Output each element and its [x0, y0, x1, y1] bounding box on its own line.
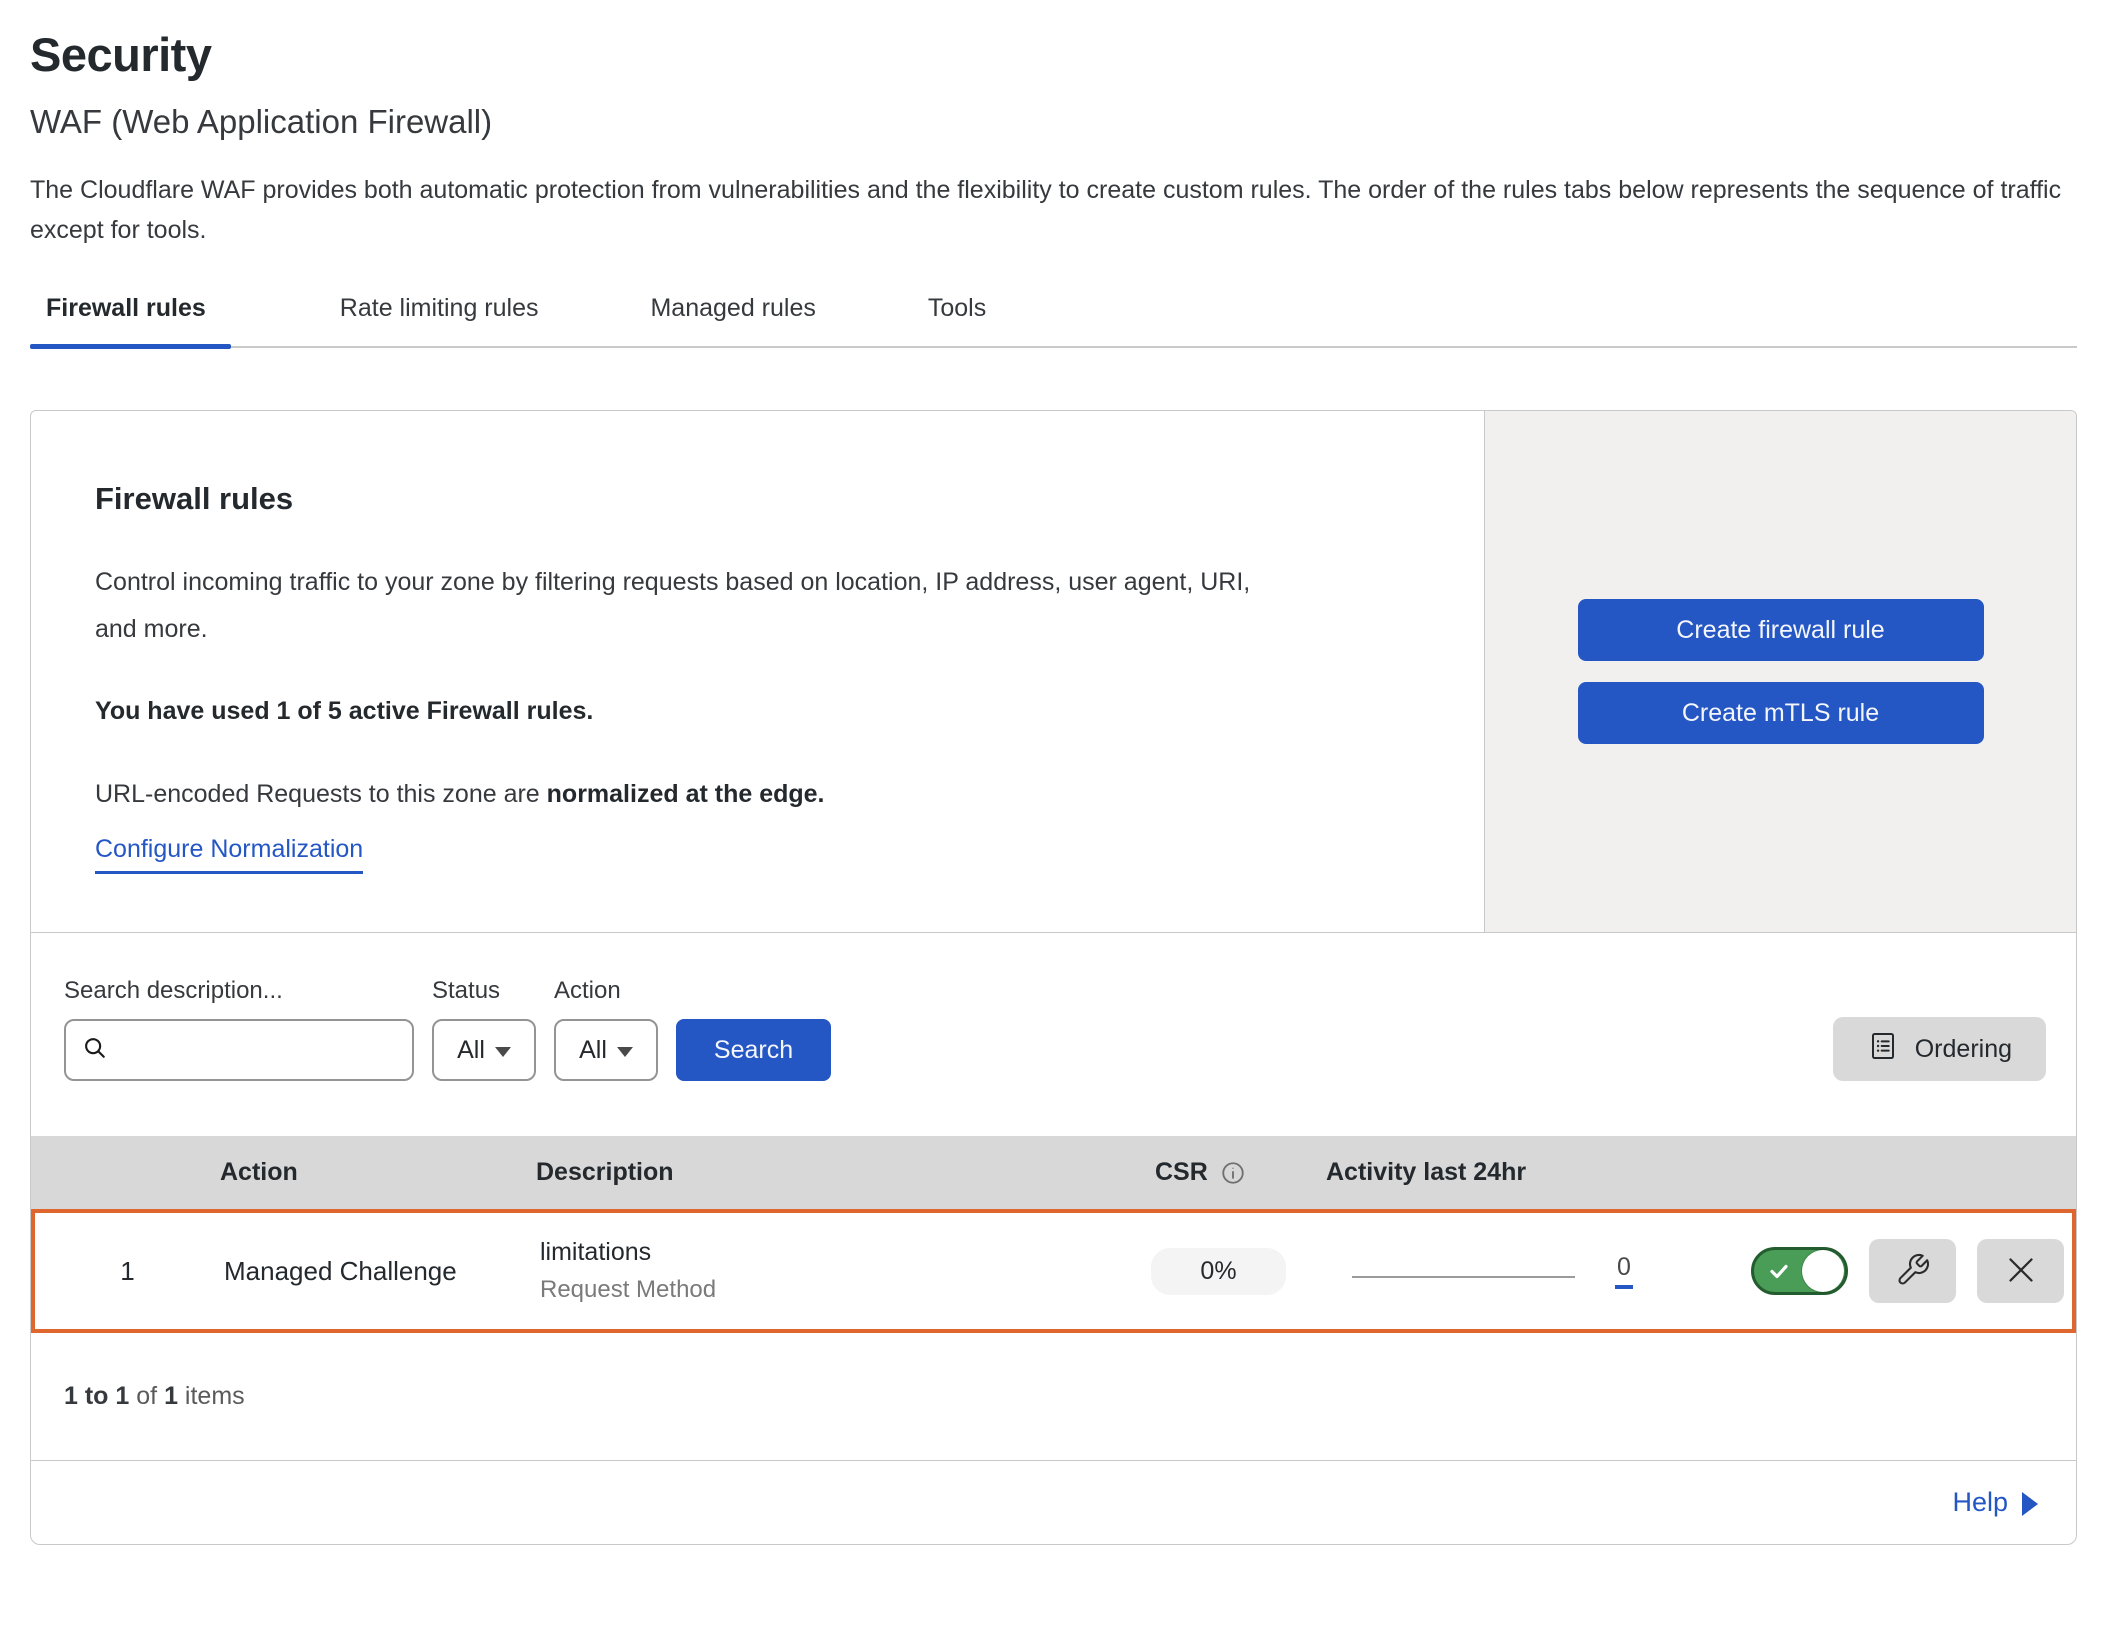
- security-waf-page: Security WAF (Web Application Firewall) …: [0, 0, 2114, 1545]
- page-subtitle: WAF (Web Application Firewall): [30, 100, 2084, 144]
- wrench-icon: [1895, 1252, 1931, 1291]
- status-dropdown[interactable]: All: [432, 1019, 536, 1081]
- filter-bar: Search description... Status All: [31, 932, 2076, 1136]
- rule-priority: 1: [35, 1256, 220, 1287]
- ordering-button-label: Ordering: [1915, 1035, 2012, 1064]
- tab-firewall-rules[interactable]: Firewall rules: [30, 294, 231, 346]
- page-intro: The Cloudflare WAF provides both automat…: [30, 170, 2070, 250]
- col-action: Action: [216, 1158, 536, 1187]
- ordering-button[interactable]: Ordering: [1833, 1017, 2046, 1081]
- col-csr: CSR: [1120, 1158, 1315, 1187]
- rule-description-name: limitations: [540, 1238, 1116, 1267]
- rule-action: Managed Challenge: [220, 1256, 540, 1287]
- card-heading: Firewall rules: [95, 481, 1444, 517]
- panel-summary-text: Firewall rules Control incoming traffic …: [31, 411, 1484, 932]
- rule-enabled-toggle[interactable]: [1751, 1247, 1848, 1295]
- rule-csr-cell: 0%: [1116, 1248, 1311, 1295]
- check-icon: [1767, 1259, 1791, 1283]
- tab-rate-limiting-rules[interactable]: Rate limiting rules: [315, 294, 564, 346]
- rule-description: limitations Request Method: [540, 1238, 1116, 1304]
- help-link-label: Help: [1952, 1487, 2008, 1518]
- rule-description-field: Request Method: [540, 1276, 1116, 1304]
- status-label: Status: [432, 977, 536, 1005]
- action-label: Action: [554, 977, 658, 1005]
- chevron-down-icon: [617, 1047, 633, 1057]
- table-header: Action Description CSR Activity last 24h…: [31, 1136, 2076, 1209]
- pagination-summary: 1 to 1 of 1 items: [31, 1333, 2076, 1460]
- chevron-down-icon: [495, 1047, 511, 1057]
- rule-controls: [1686, 1239, 2072, 1303]
- page-title: Security: [30, 26, 2084, 84]
- search-button[interactable]: Search: [676, 1019, 831, 1081]
- search-description-label: Search description...: [64, 977, 414, 1005]
- activity-count-link[interactable]: 0: [1615, 1253, 1633, 1289]
- rules-tab-bar: Firewall rules Rate limiting rules Manag…: [30, 294, 2077, 348]
- configure-normalization-link[interactable]: Configure Normalization: [95, 835, 363, 874]
- firewall-rule-row[interactable]: 1 Managed Challenge limitations Request …: [31, 1209, 2076, 1333]
- search-input[interactable]: [110, 1035, 398, 1065]
- firewall-rules-panel: Firewall rules Control incoming traffic …: [30, 410, 2077, 1545]
- action-filter-field: Action All: [554, 977, 658, 1081]
- status-value: All: [457, 1036, 485, 1065]
- create-mtls-rule-button[interactable]: Create mTLS rule: [1578, 682, 1984, 744]
- activity-sparkline: [1352, 1276, 1575, 1278]
- card-description: Control incoming traffic to your zone by…: [95, 559, 1260, 653]
- search-icon: [80, 1033, 110, 1068]
- help-link[interactable]: Help: [1952, 1487, 2038, 1518]
- rule-activity-cell: 0: [1311, 1253, 1686, 1289]
- col-description: Description: [536, 1158, 1120, 1187]
- delete-rule-button[interactable]: [1977, 1239, 2064, 1303]
- col-activity: Activity last 24hr: [1315, 1158, 1690, 1187]
- panel-summary-section: Firewall rules Control incoming traffic …: [31, 411, 2076, 932]
- panel-actions-sidebar: Create firewall rule Create mTLS rule: [1484, 411, 2076, 932]
- usage-text: You have used 1 of 5 active Firewall rul…: [95, 697, 1444, 726]
- search-input-box[interactable]: [64, 1019, 414, 1081]
- arrow-right-icon: [2022, 1492, 2038, 1516]
- csr-badge: 0%: [1151, 1248, 1286, 1295]
- tab-tools[interactable]: Tools: [903, 294, 1011, 346]
- filter-controls: Search description... Status All: [64, 977, 831, 1081]
- info-icon[interactable]: [1220, 1160, 1246, 1186]
- status-filter-field: Status All: [432, 977, 536, 1081]
- normalization-text: URL-encoded Requests to this zone are no…: [95, 780, 1444, 809]
- tab-managed-rules[interactable]: Managed rules: [625, 294, 840, 346]
- action-value: All: [579, 1036, 607, 1065]
- list-ordering-icon: [1867, 1030, 1899, 1069]
- edit-rule-button[interactable]: [1869, 1239, 1956, 1303]
- close-icon: [2003, 1252, 2039, 1291]
- toggle-knob: [1802, 1250, 1844, 1292]
- create-firewall-rule-button[interactable]: Create firewall rule: [1578, 599, 1984, 661]
- help-section: Help: [31, 1460, 2076, 1544]
- search-description-field: Search description...: [64, 977, 414, 1081]
- action-dropdown[interactable]: All: [554, 1019, 658, 1081]
